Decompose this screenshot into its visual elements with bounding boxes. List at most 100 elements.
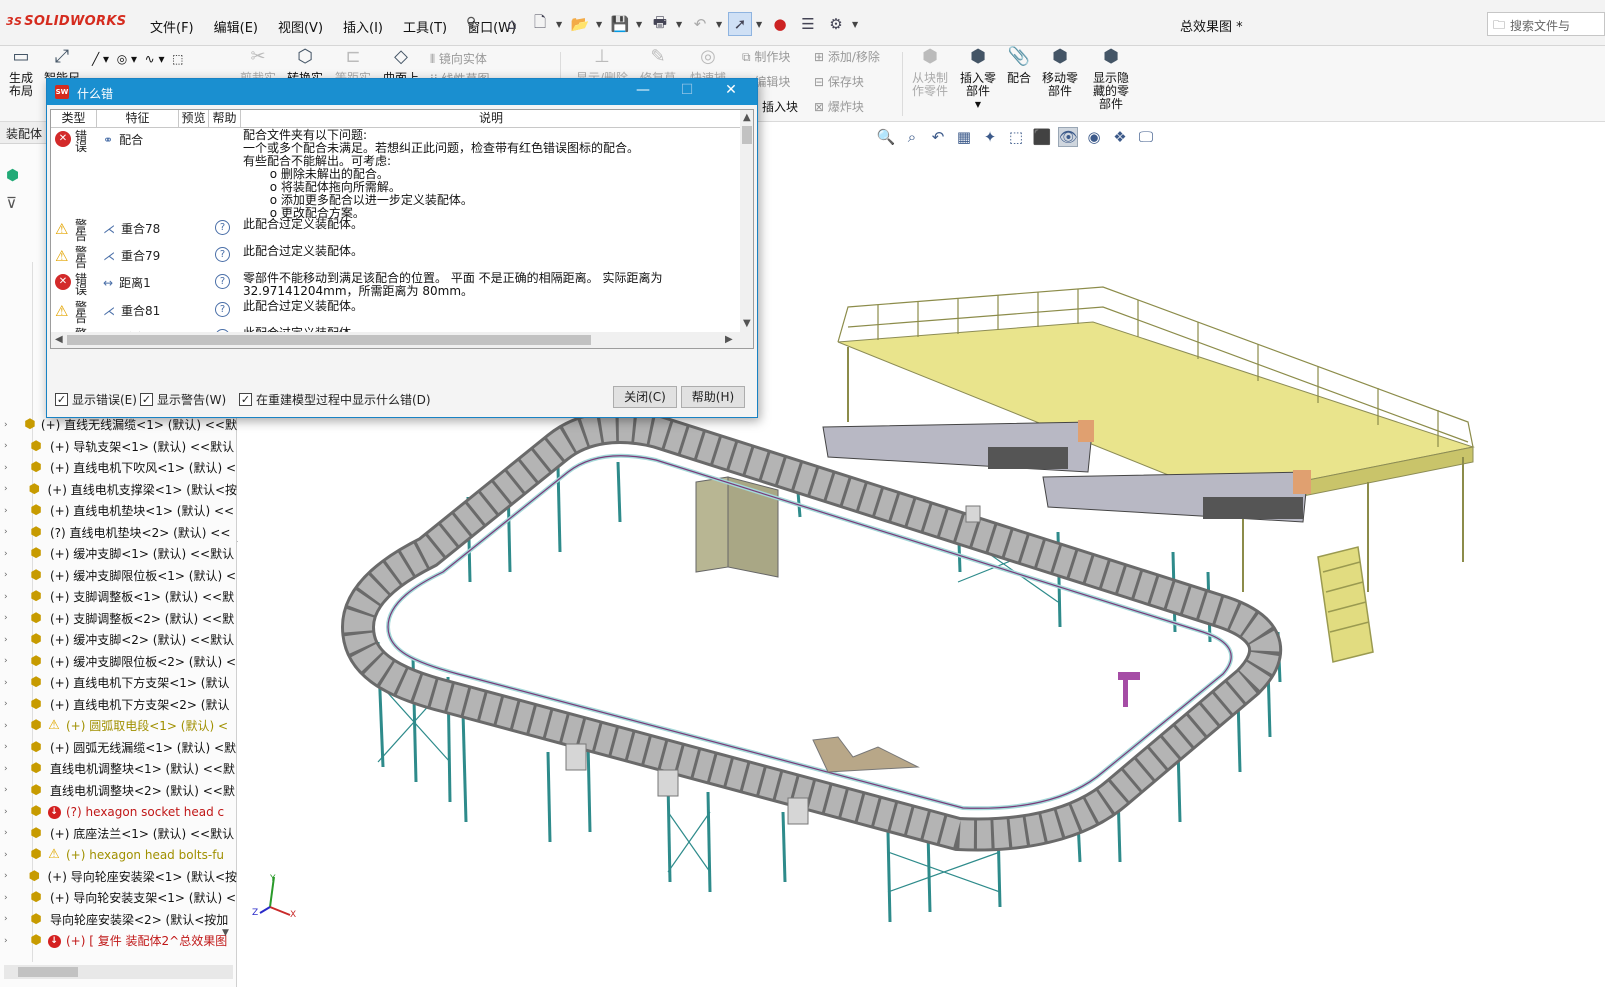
row-feature[interactable]: ↔ 距离1: [103, 274, 151, 291]
column-description[interactable]: 说明: [241, 110, 741, 127]
new-document-icon[interactable]: 🗋: [528, 12, 552, 36]
zoom-to-fit-icon[interactable]: 🔍: [876, 128, 896, 146]
display-style-icon[interactable]: ⬛: [1032, 128, 1052, 146]
expand-arrow-icon[interactable]: ›: [4, 721, 14, 731]
expand-arrow-icon[interactable]: ›: [4, 807, 14, 817]
chevron-down-icon[interactable]: ▼: [636, 20, 644, 29]
undo-icon[interactable]: ↶: [688, 12, 712, 36]
show-errors-checkbox[interactable]: ✓ 显示错误(E): [55, 391, 137, 408]
section-view-icon[interactable]: ▦: [954, 128, 974, 146]
tree-item[interactable]: › ⬢ (+) 缓冲支脚限位板<2> (默认) <: [0, 651, 237, 673]
view-orientation-icon[interactable]: ⬚: [1006, 128, 1026, 146]
help-question-icon[interactable]: ?: [215, 274, 230, 289]
make-part-from-block-button[interactable]: ⬢ 从块制 作零件: [908, 48, 952, 98]
expand-arrow-icon[interactable]: ›: [4, 613, 14, 623]
tree-item[interactable]: › ⬢ 直线电机调整块<2> (默认) <<默: [0, 780, 237, 802]
gear-icon[interactable]: ⚙: [824, 12, 848, 36]
tree-item[interactable]: › ⬢ (+) 缓冲支脚<2> (默认) <<默认: [0, 629, 237, 651]
scrollbar-thumb[interactable]: [67, 335, 591, 345]
open-icon[interactable]: 📂: [568, 12, 592, 36]
tree-item[interactable]: › ⬢ (+) 直线电机支撑梁<1> (默认<按: [0, 479, 237, 501]
scrollbar-thumb[interactable]: [18, 967, 78, 977]
insert-block-button[interactable]: 插入块: [762, 98, 798, 115]
tree-item[interactable]: › ⬢ (+) 支脚调整板<1> (默认) <<默: [0, 586, 237, 608]
expand-arrow-icon[interactable]: ›: [4, 914, 14, 924]
tree-item[interactable]: › ⬢ (+) 圆弧无线漏缆<1> (默认) <默: [0, 737, 237, 759]
expand-arrow-icon[interactable]: ›: [4, 678, 14, 688]
expand-arrow-icon[interactable]: ›: [4, 463, 14, 473]
tree-item[interactable]: › ⬢ (+) 直线电机下方支架<2> (默认: [0, 694, 237, 716]
column-help[interactable]: 帮助: [209, 110, 241, 127]
edit-appearance-icon[interactable]: ◉: [1084, 128, 1104, 146]
row-feature[interactable]: ⋌ 重合78: [103, 220, 160, 237]
chevron-down-icon[interactable]: ▼: [556, 20, 564, 29]
expand-arrow-icon[interactable]: ›: [4, 893, 14, 903]
expand-arrow-icon[interactable]: ›: [4, 506, 14, 516]
tree-item[interactable]: › ⬢ (+) 直线电机下方支架<1> (默认: [0, 672, 237, 694]
file-properties-icon[interactable]: ☰: [796, 12, 820, 36]
layout-button[interactable]: ▭ 生成 布局: [4, 48, 38, 98]
expand-arrow-icon[interactable]: ›: [4, 570, 14, 580]
rebuild-traffic-light-icon[interactable]: ●: [768, 12, 792, 36]
insert-component-button[interactable]: ⬢ 插入零 部件 ▼: [956, 48, 1000, 111]
mate-button[interactable]: 📎 配合: [1002, 48, 1036, 85]
menu-file[interactable]: 文件(F): [140, 17, 204, 36]
show-on-rebuild-checkbox[interactable]: ✓ 在重建模型过程中显示什么错(D): [239, 391, 431, 408]
column-feature[interactable]: 特征: [97, 110, 179, 127]
help-question-icon[interactable]: ?: [215, 302, 230, 317]
mirror-entities-button[interactable]: ⫴ 镜向实体: [430, 50, 487, 67]
feature-manager-tab-icon[interactable]: ⬢: [6, 166, 19, 184]
error-list[interactable]: 类型 特征 预览 帮助 说明 ✕ 错误 ⚭ 配合 配合文件夹有以下问题: 一个或多个配合…: [50, 109, 754, 349]
error-list-vertical-scrollbar[interactable]: ▲ ▼: [740, 110, 753, 348]
scrollbar-thumb[interactable]: [742, 126, 752, 144]
chevron-down-icon[interactable]: ▼: [852, 20, 860, 29]
expand-arrow-icon[interactable]: ›: [4, 850, 14, 860]
explode-block-button[interactable]: ⊠ 爆炸块: [814, 98, 864, 115]
tree-item[interactable]: › ⬢ ⚠ (+) 圆弧取电段<1> (默认) <: [0, 715, 237, 737]
expand-arrow-icon[interactable]: ›: [4, 871, 13, 881]
tree-item[interactable]: › ⬢ (+) 导轨支架<1> (默认) <<默认: [0, 436, 237, 458]
close-button[interactable]: 关闭(C): [613, 386, 677, 408]
hide-show-items-icon[interactable]: 👁: [1058, 127, 1078, 147]
pin-icon[interactable]: ⚲: [466, 15, 476, 31]
scroll-right-icon[interactable]: ▶: [725, 334, 733, 345]
help-button[interactable]: 帮助(H): [681, 386, 745, 408]
expand-arrow-icon[interactable]: ›: [4, 656, 14, 666]
tree-item[interactable]: › ⬢ (+) 底座法兰<1> (默认) <<默认: [0, 823, 237, 845]
scroll-left-icon[interactable]: ◀: [55, 334, 63, 345]
make-block-button[interactable]: ⧉ 制作块: [742, 48, 790, 65]
expand-arrow-icon[interactable]: ›: [4, 828, 14, 838]
expand-arrow-icon[interactable]: ›: [4, 527, 14, 537]
expand-arrow-icon[interactable]: ›: [4, 484, 13, 494]
expand-arrow-icon[interactable]: ›: [4, 785, 14, 795]
add-remove-button[interactable]: ⊞ 添加/移除: [814, 48, 880, 65]
tree-item[interactable]: › ⬢ 导向轮座安装梁<2> (默认<按加: [0, 909, 237, 931]
solidworks-logo[interactable]: 3S SOLIDWORKS: [6, 14, 126, 29]
chevron-down-icon[interactable]: ▼: [676, 20, 684, 29]
scroll-down-icon[interactable]: ▼: [743, 318, 751, 329]
chevron-down-icon[interactable]: ▼: [596, 20, 604, 29]
tree-item[interactable]: › ⬢ 直线电机调整块<1> (默认) <<默: [0, 758, 237, 780]
previous-view-icon[interactable]: ↶: [928, 128, 948, 146]
print-icon[interactable]: 🖶: [648, 12, 672, 36]
save-block-button[interactable]: ⊟ 保存块: [814, 73, 864, 90]
help-question-icon[interactable]: ?: [215, 220, 230, 235]
dialog-title-bar[interactable]: SW 什么错 — ☐ ✕: [47, 79, 757, 105]
scroll-down-icon[interactable]: ▼: [222, 928, 229, 938]
tree-item[interactable]: › ⬢ (+) 导向轮座安装梁<1> (默认<按: [0, 866, 237, 888]
column-preview[interactable]: 预览: [179, 110, 209, 127]
tree-item[interactable]: › ⬢ (+) 缓冲支脚限位板<1> (默认) <: [0, 565, 237, 587]
tree-horizontal-scrollbar[interactable]: [4, 965, 233, 979]
row-feature[interactable]: ⋌ 重合81: [103, 302, 160, 319]
search-input[interactable]: 🗀 搜索文件与: [1487, 12, 1605, 36]
chevron-down-icon[interactable]: ▼: [716, 20, 724, 29]
tree-item[interactable]: › ⬢ (+) 支脚调整板<2> (默认) <<默: [0, 608, 237, 630]
chevron-down-icon[interactable]: ▼: [756, 20, 764, 29]
column-type[interactable]: 类型: [51, 110, 97, 127]
zoom-area-icon[interactable]: ⌕: [902, 128, 922, 146]
show-warnings-checkbox[interactable]: ✓ 显示警告(W): [140, 391, 226, 408]
row-feature[interactable]: ⋌ 重合79: [103, 247, 160, 264]
move-component-button[interactable]: ⬢ 移动零 部件: [1038, 48, 1082, 98]
close-icon[interactable]: ✕: [709, 82, 753, 98]
error-list-horizontal-scrollbar[interactable]: ◀ ▶: [51, 332, 740, 348]
